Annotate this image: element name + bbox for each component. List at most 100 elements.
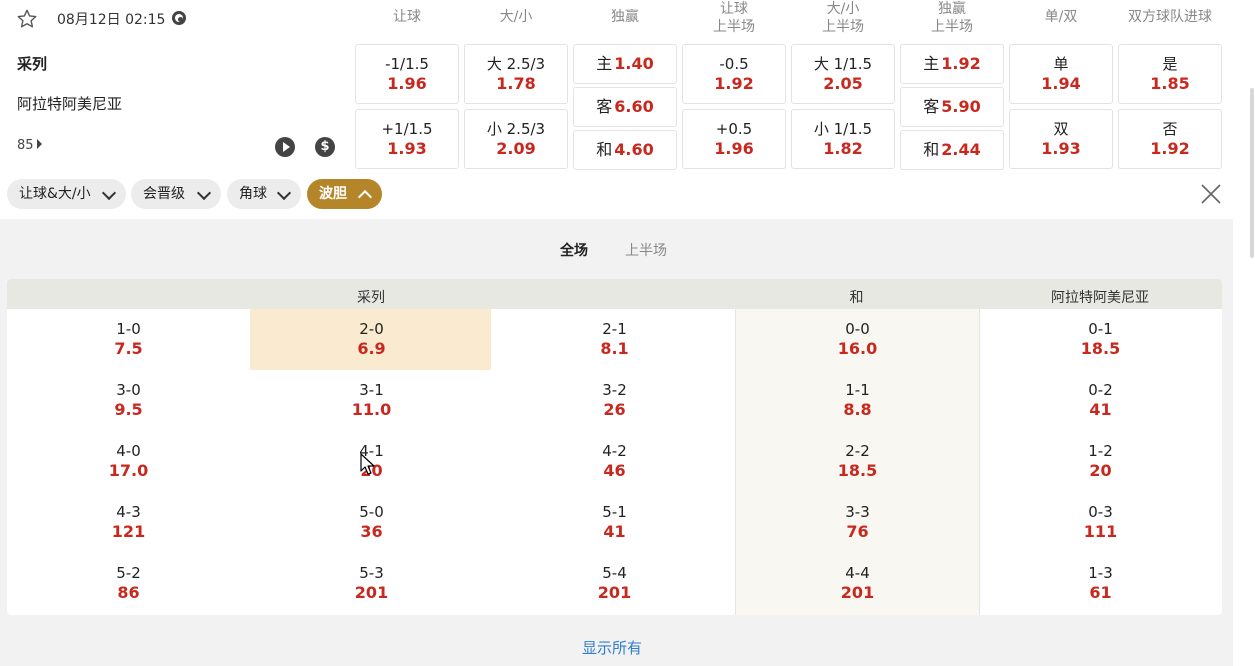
score-label: 4-0 [116,442,141,460]
correct-score-cell[interactable]: 5-4 201 [493,563,736,603]
score-label: 4-4 [845,564,870,582]
home-team-name: 采列 [17,55,48,73]
score-odds: 17.0 [108,461,149,480]
column-header-odd-even: 单/双 [1044,9,1078,25]
correct-score-cell[interactable]: 2-2 18.5 [736,441,979,481]
correct-score-cell[interactable]: 5-0 36 [250,502,493,542]
score-odds: 41 [603,522,626,541]
correct-score-cell[interactable]: 5-3 201 [250,563,493,603]
score-label: 3-1 [359,381,384,399]
scrollbar-thumb[interactable] [1250,88,1254,258]
score-odds: 18.5 [837,461,878,480]
score-odds: 76 [846,522,869,541]
correct-score-cell[interactable]: 3-3 76 [736,502,979,542]
score-odds: 7.5 [114,339,143,358]
match-datetime: 08月12日 02:15 [57,12,166,28]
correct-score-cell[interactable]: 2-1 8.1 [493,319,736,359]
correct-score-cell[interactable]: 1-2 20 [979,441,1222,481]
correct-score-cell[interactable]: 2-0 6.9 [250,319,493,359]
score-odds: 41 [1089,400,1112,419]
score-label: 0-3 [1088,503,1113,521]
odds-button-total-under[interactable]: 小 2.5/3 2.09 [464,109,568,169]
correct-score-cell[interactable]: 1-0 7.5 [7,319,250,359]
more-markets-link[interactable]: 85 [17,138,42,153]
correct-score-cell[interactable]: 3-0 9.5 [7,380,250,420]
chevron-down-icon [196,185,212,201]
score-odds: 46 [603,461,626,480]
show-all-link[interactable]: 显示所有 [582,637,642,658]
filter-corners[interactable]: 角球 [227,179,301,209]
score-odds: 18.5 [1080,339,1121,358]
odds-button-btts-no[interactable]: 否 1.92 [1118,109,1222,169]
score-label: 2-1 [602,320,627,338]
score-odds: 11.0 [351,400,392,419]
odds-button-moneyline-1h-home[interactable]: 主 1.92 [900,44,1004,84]
away-team-name: 阿拉特阿美尼亚 [17,95,123,113]
score-label: 2-0 [359,320,384,338]
score-label: 0-0 [845,320,870,338]
correct-score-cell[interactable]: 0-2 41 [979,380,1222,420]
header-home: 采列 [357,290,385,306]
correct-score-cell[interactable]: 4-0 17.0 [7,441,250,481]
odds-button-total-1h-over[interactable]: 大 1/1.5 2.05 [791,44,895,104]
chevron-right-icon [36,139,42,149]
score-odds: 16.0 [837,339,878,358]
correct-score-cell[interactable]: 1-1 8.8 [736,380,979,420]
correct-score-cell[interactable]: 4-4 201 [736,563,979,603]
score-odds: 86 [117,583,140,602]
tab-full-time[interactable]: 全场 [560,240,588,260]
score-label: 5-0 [359,503,384,521]
odds-button-total-over[interactable]: 大 2.5/3 1.78 [464,44,568,104]
correct-score-cell[interactable]: 0-1 18.5 [979,319,1222,359]
correct-score-cell[interactable]: 0-0 16.0 [736,319,979,359]
correct-score-cell[interactable]: 3-1 11.0 [250,380,493,420]
score-label: 0-1 [1088,320,1113,338]
score-odds: 26 [603,400,626,419]
score-label: 1-3 [1088,564,1113,582]
odds-button-total-1h-under[interactable]: 小 1/1.5 1.82 [791,109,895,169]
odds-button-odd[interactable]: 单 1.94 [1009,44,1113,104]
score-label: 1-1 [845,381,870,399]
mouse-cursor-icon [360,453,375,475]
score-label: 3-3 [845,503,870,521]
score-label: 0-2 [1088,381,1113,399]
correct-score-cell[interactable]: 5-2 86 [7,563,250,603]
score-label: 5-4 [602,564,627,582]
tab-first-half[interactable]: 上半场 [625,240,667,260]
score-odds: 201 [354,583,389,602]
score-label: 5-2 [116,564,141,582]
odds-button-handicap-home[interactable]: -1/1.5 1.96 [355,44,459,104]
odds-button-btts-yes[interactable]: 是 1.85 [1118,44,1222,104]
odds-button-moneyline-home[interactable]: 主 1.40 [573,44,677,84]
odds-button-handicap-1h-home[interactable]: -0.5 1.92 [682,44,786,104]
correct-score-cell[interactable]: 1-3 61 [979,563,1222,603]
live-stats-icon[interactable] [172,11,186,25]
odds-button-handicap-1h-away[interactable]: +0.5 1.96 [682,109,786,169]
column-header-handicap: 让球 [393,9,421,25]
column-header-moneyline: 独赢 [611,9,639,25]
header-draw: 和 [849,290,864,306]
correct-score-cell[interactable]: 5-1 41 [493,502,736,542]
video-play-icon[interactable] [275,137,295,157]
odds-button-moneyline-1h-away[interactable]: 客 5.90 [900,87,1004,127]
close-icon[interactable] [1200,183,1222,205]
column-header-btts: 双方球队进球 [1128,9,1212,25]
correct-score-cell[interactable]: 3-2 26 [493,380,736,420]
correct-score-cell[interactable]: 4-2 46 [493,441,736,481]
odds-button-handicap-away[interactable]: +1/1.5 1.93 [355,109,459,169]
correct-score-cell[interactable]: 0-3 111 [979,502,1222,542]
filter-correct-score[interactable]: 波胆 [307,179,382,209]
odds-button-moneyline-away[interactable]: 客 6.60 [573,87,677,127]
star-icon[interactable] [16,8,38,30]
column-header-total-1h: 大/小 上半场 [822,1,864,35]
odds-button-even[interactable]: 双 1.93 [1009,109,1113,169]
score-odds: 20 [1089,461,1112,480]
score-odds: 36 [360,522,383,541]
correct-score-cell[interactable]: 4-3 121 [7,502,250,542]
odds-button-moneyline-1h-draw[interactable]: 和 2.44 [900,130,1004,170]
column-header-moneyline-1h: 独赢 上半场 [931,1,973,35]
filter-handicap-total[interactable]: 让球&大/小 [7,179,126,209]
odds-button-moneyline-draw[interactable]: 和 4.60 [573,130,677,170]
cashout-icon[interactable]: $ [315,137,335,157]
filter-to-qualify[interactable]: 会晋级 [131,179,221,209]
